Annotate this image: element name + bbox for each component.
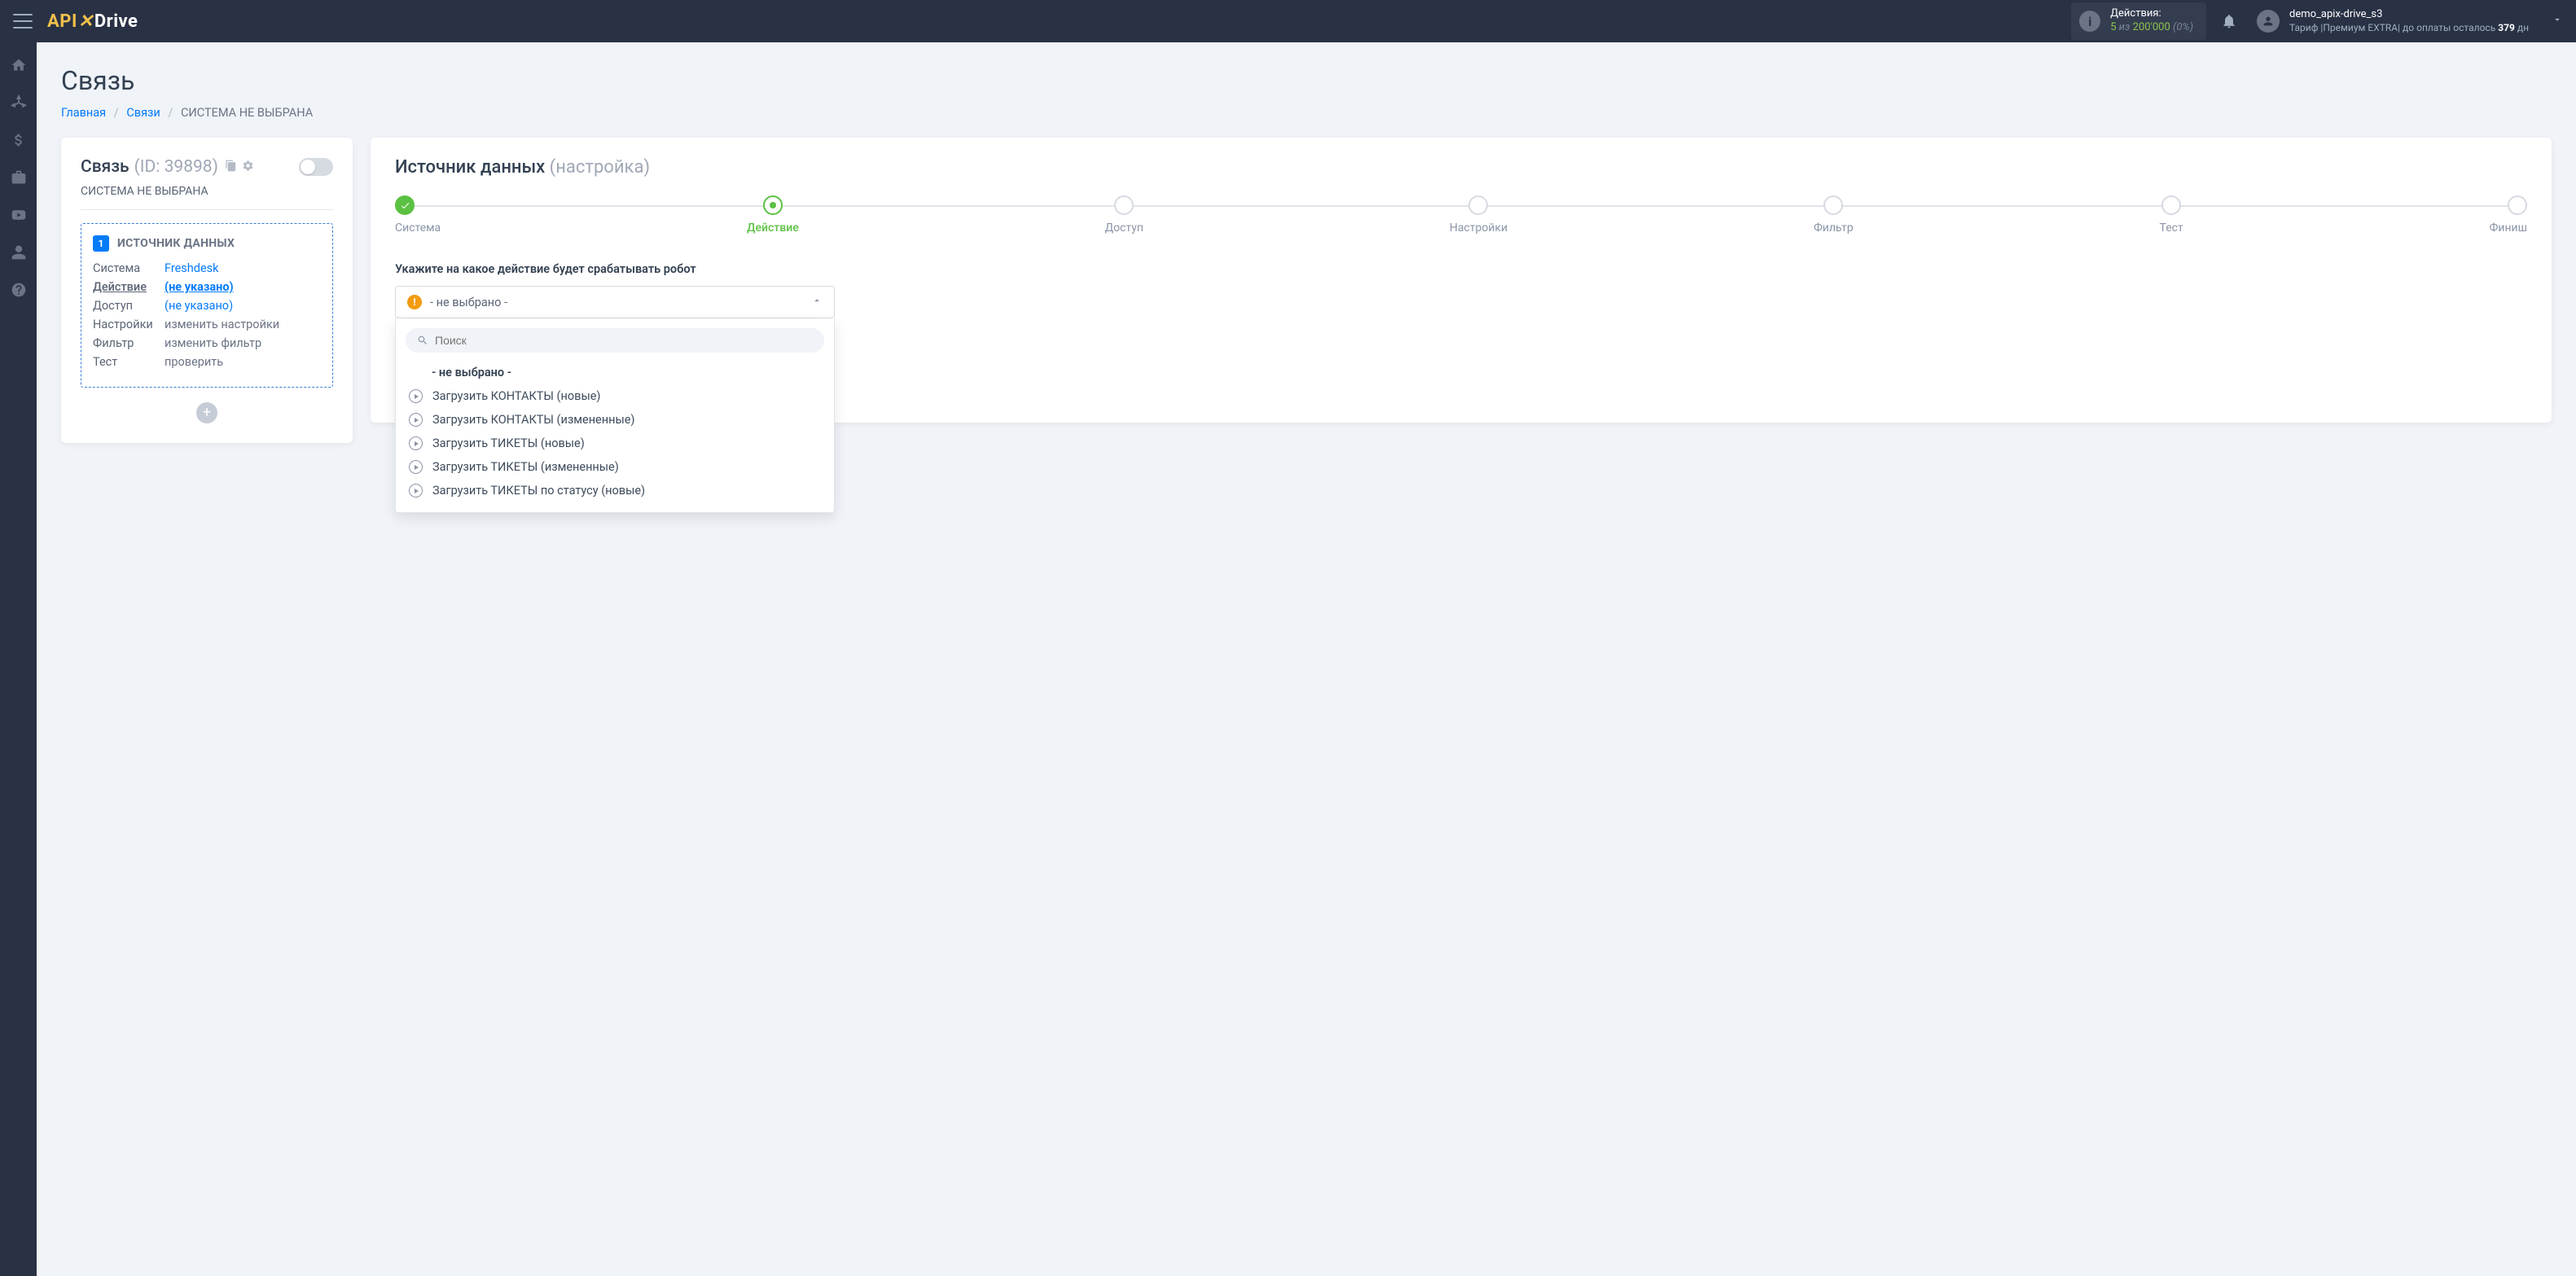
subsystem-label: СИСТЕМА НЕ ВЫБРАНА [81,185,333,210]
dropdown-option[interactable]: Загрузить ТИКЕТЫ по статусу (новые) [406,479,824,502]
copy-icon[interactable] [225,157,237,177]
chevron-up-icon [811,295,823,309]
connections-icon[interactable] [11,94,27,111]
topbar: API✕Drive i Действия: 5 из 200'000 (0%) … [0,0,2576,42]
stepper: Система Действие Доступ Настройки Фильтр Тест… [395,195,2527,235]
user-tariff: Тариф |Премиум EXTRA| до оплаты осталось… [2289,22,2529,35]
user-name: demo_apix-drive_s3 [2289,8,2529,22]
dropdown-panel: - не выбрано - Загрузить КОНТАКТЫ (новые… [395,318,835,513]
page-title: Связь [61,65,2552,96]
logo[interactable]: API✕Drive [47,11,138,32]
step-действие[interactable]: Действие [747,195,799,235]
breadcrumb-current: СИСТЕМА НЕ ВЫБРАНА [181,106,313,120]
dropdown-option[interactable]: Загрузить ТИКЕТЫ (измененные) [406,455,824,479]
user-menu[interactable]: demo_apix-drive_s3 Тариф |Премиум EXTRA|… [2257,8,2563,34]
home-icon[interactable] [11,57,27,73]
source-row[interactable]: Действие(не указано) [93,280,321,294]
add-button[interactable]: + [196,402,217,423]
step-финиш[interactable]: Финиш [2490,195,2527,235]
source-row[interactable]: Доступ(не указано) [93,299,321,313]
info-icon: i [2079,11,2100,32]
enable-toggle[interactable] [299,158,333,176]
play-icon [409,413,423,427]
menu-toggle[interactable] [13,14,33,29]
user-icon[interactable] [11,244,27,261]
gear-icon[interactable] [242,157,254,177]
breadcrumb: Главная / Связи / СИСТЕМА НЕ ВЫБРАНА [61,106,2552,120]
source-row: Тестпроверить [93,355,321,369]
briefcase-icon[interactable] [11,169,27,186]
warning-icon: ! [407,295,422,309]
breadcrumb-links[interactable]: Связи [126,106,160,120]
actions-label: Действия: [2110,7,2193,21]
play-icon [409,460,423,474]
source-row[interactable]: СистемаFreshdesk [93,261,321,275]
config-subtitle: (настройка) [550,157,650,178]
youtube-icon[interactable] [11,207,27,223]
source-badge: 1 [93,235,109,252]
dropdown-option[interactable]: Загрузить КОНТАКТЫ (новые) [406,384,824,408]
sidebar [0,42,37,1276]
connection-card: Связь (ID: 39898) СИСТЕМА НЕ ВЫБРАНА 1 И… [61,138,353,443]
dropdown-option-none[interactable]: - не выбрано - [406,361,824,384]
bell-icon[interactable] [2221,13,2237,29]
connection-id: (ID: 39898) [134,157,218,177]
source-header: ИСТОЧНИК ДАННЫХ [117,237,235,250]
play-icon [409,436,423,450]
search-icon [417,335,428,346]
dropdown-search[interactable] [406,328,824,353]
step-фильтр[interactable]: Фильтр [1814,195,1854,235]
action-dropdown[interactable]: ! - не выбрано - [395,286,835,318]
chevron-down-icon [2552,13,2563,29]
action-label: Укажите на какое действие будет срабатыв… [395,262,2527,276]
data-source-box: 1 ИСТОЧНИК ДАННЫХ СистемаFreshdesk Действ… [81,223,333,388]
help-icon[interactable] [11,282,27,298]
play-icon [409,389,423,403]
step-настройки[interactable]: Настройки [1450,195,1507,235]
source-row: Настройкиизменить настройки [93,318,321,331]
step-тест[interactable]: Тест [2160,195,2183,235]
step-доступ[interactable]: Доступ [1105,195,1143,235]
breadcrumb-home[interactable]: Главная [61,106,106,120]
play-icon [409,484,423,498]
config-title: Источник данных [395,157,545,178]
dropdown-selected: - не выбрано - [430,296,811,309]
dropdown-option[interactable]: Загрузить ТИКЕТЫ (новые) [406,432,824,455]
source-row: Фильтризменить фильтр [93,336,321,350]
search-input[interactable] [435,334,813,347]
config-card: Источник данных (настройка) Система Дейст… [371,138,2552,423]
avatar-icon [2257,10,2280,33]
dollar-icon[interactable] [11,132,27,148]
actions-counter[interactable]: i Действия: 5 из 200'000 (0%) [2071,2,2206,40]
step-система[interactable]: Система [395,195,441,235]
content: Связь Главная / Связи / СИСТЕМА НЕ ВЫБРА… [37,42,2576,1276]
connection-title: Связь [81,157,129,177]
dropdown-option[interactable]: Загрузить КОНТАКТЫ (измененные) [406,408,824,432]
